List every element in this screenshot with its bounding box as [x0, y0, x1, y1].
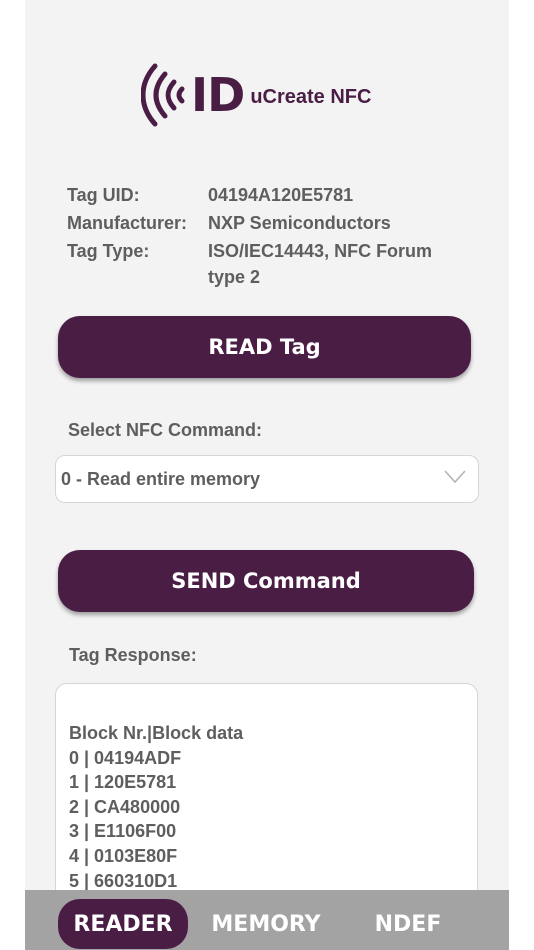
tag-response-label: Tag Response: — [69, 645, 197, 665]
select-command-label: Select NFC Command: — [68, 420, 263, 440]
manufacturer-label: Manufacturer: — [67, 213, 188, 233]
tag-uid-value: 04194A120E5781 — [208, 185, 354, 205]
manufacturer-value: NXP Semiconductors — [208, 213, 391, 233]
tag-type-label: Tag Type: — [67, 241, 150, 261]
manufacturer-row: Manufacturer: NXP Semiconductors — [67, 210, 467, 236]
tag-uid-label: Tag UID: — [67, 185, 140, 205]
response-line: 0 | 04194ADF — [69, 747, 182, 768]
tab-reader[interactable]: READER — [58, 899, 188, 949]
app-logo: ID uCreate NFC — [141, 60, 371, 130]
tag-uid-row: Tag UID: 04194A120E5781 — [67, 182, 467, 208]
chevron-down-icon — [444, 470, 466, 484]
bottom-tab-bar: READER MEMORY NDEF — [25, 890, 509, 950]
response-line: 4 | 0103E80F — [69, 845, 178, 866]
tag-type-row: Tag Type: ISO/IEC14443, NFC Forum type 2 — [67, 238, 467, 290]
nfc-command-select[interactable]: 0 - Read entire memory — [55, 455, 479, 503]
send-command-button[interactable]: SEND Command — [58, 550, 474, 612]
tab-ndef[interactable]: NDEF — [358, 899, 458, 949]
app-screen: ID uCreate NFC Tag UID: 04194A120E5781 M… — [25, 0, 509, 950]
nfc-waves-icon — [141, 63, 185, 127]
nfc-command-selected: 0 - Read entire memory — [61, 468, 261, 489]
logo-mark: ID — [191, 68, 245, 122]
read-tag-button[interactable]: READ Tag — [58, 316, 471, 378]
response-line: 3 | E1106F00 — [69, 821, 177, 842]
response-line: Block Nr.|Block data — [69, 723, 244, 743]
tab-memory[interactable]: MEMORY — [203, 899, 329, 949]
response-lines: Block Nr.|Block data 0 | 04194ADF 1 | 12… — [69, 721, 243, 893]
tag-info: Tag UID: 04194A120E5781 Manufacturer: NX… — [67, 182, 467, 290]
tag-type-value-line2: type 2 — [208, 267, 261, 287]
tag-type-value-line1: ISO/IEC14443, NFC Forum — [208, 241, 433, 261]
response-line: 2 | CA480000 — [69, 796, 181, 817]
tag-type-value: ISO/IEC14443, NFC Forum type 2 — [208, 238, 467, 290]
app-name: uCreate NFC — [250, 85, 372, 108]
response-line: 1 | 120E5781 — [69, 772, 177, 793]
